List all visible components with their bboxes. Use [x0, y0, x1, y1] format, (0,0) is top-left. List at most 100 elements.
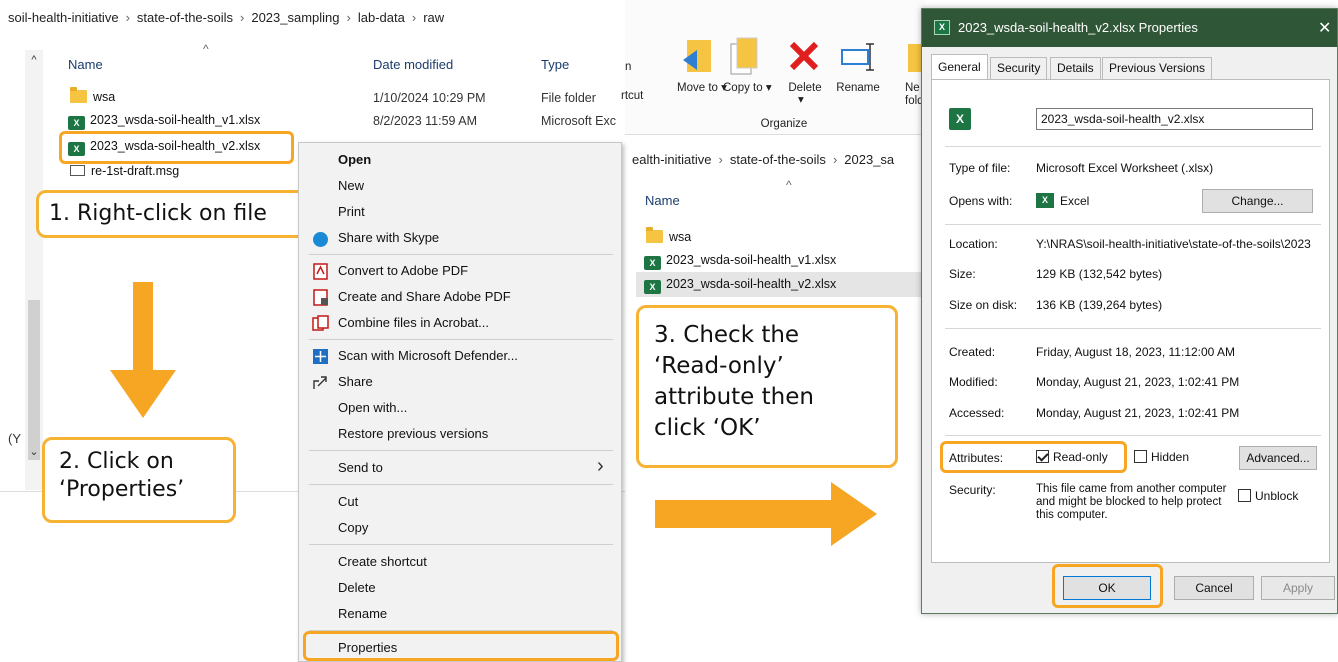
- menu-item-combine-acrobat[interactable]: Combine files in Acrobat...: [338, 315, 489, 330]
- ok-button[interactable]: OK: [1063, 576, 1151, 600]
- ribbon-partial-shortcut[interactable]: rtcut: [621, 90, 643, 103]
- security-message: This file came from another computer and…: [1036, 483, 1227, 521]
- excel-file-icon: X: [68, 116, 85, 130]
- opens-with-label: Opens with:: [949, 194, 1013, 208]
- tab-general[interactable]: General: [931, 54, 988, 80]
- readonly-checkbox[interactable]: Read-only: [1036, 450, 1108, 464]
- checkbox-unchecked-icon[interactable]: [1238, 489, 1251, 502]
- breadcrumb-item[interactable]: soil-health-initiative: [8, 10, 119, 25]
- defender-shield-icon: [313, 349, 328, 364]
- close-icon[interactable]: ✕: [1318, 18, 1331, 38]
- file-row[interactable]: X 2023_wsda-soil-health_v1.xlsx: [68, 113, 260, 130]
- edge-text: (Y: [8, 431, 21, 446]
- modified-label: Modified:: [949, 375, 998, 389]
- checkbox-unchecked-icon[interactable]: [1134, 450, 1147, 463]
- menu-item-print[interactable]: Print: [338, 204, 365, 219]
- callout-step-1: 1. Right-click on file: [36, 190, 310, 238]
- breadcrumb-item[interactable]: 2023_sampling: [251, 10, 339, 25]
- cancel-button[interactable]: Cancel: [1174, 576, 1254, 600]
- mid-file-row[interactable]: wsa: [646, 227, 691, 244]
- breadcrumb-item[interactable]: 2023_sa: [844, 152, 894, 167]
- menu-item-create-shortcut[interactable]: Create shortcut: [338, 554, 427, 569]
- menu-item-restore-versions[interactable]: Restore previous versions: [338, 426, 488, 441]
- excel-file-icon: X: [68, 142, 85, 156]
- dialog-title-bar[interactable]: X 2023_wsda-soil-health_v2.xlsx Properti…: [922, 9, 1337, 47]
- column-header-type[interactable]: Type: [541, 57, 569, 72]
- delete-icon: [789, 41, 819, 71]
- size-label: Size:: [949, 267, 976, 281]
- callout-step-3-line: 3. Check the: [654, 322, 800, 348]
- delete-dropdown-icon[interactable]: ▾: [798, 94, 804, 107]
- move-to-button[interactable]: Move to ▾: [677, 82, 727, 95]
- file-name: re-1st-draft.msg: [91, 164, 180, 178]
- divider: [945, 146, 1321, 147]
- apply-button[interactable]: Apply: [1261, 576, 1335, 600]
- file-name: 2023_wsda-soil-health_v1.xlsx: [666, 253, 837, 267]
- acrobat-combine-icon: [312, 315, 329, 331]
- menu-divider: [309, 339, 613, 340]
- menu-item-share-with-skype[interactable]: Share with Skype: [338, 230, 439, 245]
- vertical-scrollbar[interactable]: ^ ⌄: [25, 50, 43, 490]
- callout-step-2: 2. Click on ‘Properties’: [42, 437, 236, 523]
- hidden-label: Hidden: [1151, 450, 1190, 464]
- mid-file-row-selected[interactable]: X 2023_wsda-soil-health_v2.xlsx: [644, 277, 836, 294]
- menu-item-convert-to-pdf[interactable]: Convert to Adobe PDF: [338, 263, 468, 278]
- mid-column-header-name[interactable]: Name: [645, 193, 680, 208]
- advanced-button[interactable]: Advanced...: [1239, 446, 1317, 470]
- context-menu: Open New Print Share with Skype Convert …: [298, 142, 622, 662]
- menu-item-share[interactable]: Share: [338, 374, 373, 389]
- menu-item-scan-defender[interactable]: Scan with Microsoft Defender...: [338, 348, 518, 363]
- menu-item-rename[interactable]: Rename: [338, 606, 387, 621]
- menu-item-open-with[interactable]: Open with...: [338, 400, 407, 415]
- delete-button[interactable]: Delete: [783, 82, 827, 95]
- dialog-title: 2023_wsda-soil-health_v2.xlsx Properties: [958, 20, 1198, 35]
- ribbon-group-organize: Organize: [760, 118, 808, 130]
- mid-file-row[interactable]: X 2023_wsda-soil-health_v1.xlsx: [644, 253, 836, 270]
- change-button[interactable]: Change...: [1202, 189, 1313, 213]
- ribbon-partial-text: n: [625, 61, 632, 73]
- scrollbar-thumb[interactable]: [28, 300, 40, 460]
- rename-button[interactable]: Rename: [831, 82, 885, 95]
- breadcrumb-chevron-icon: ›: [718, 152, 723, 167]
- menu-item-copy[interactable]: Copy: [338, 520, 368, 535]
- right-arrow-icon: [655, 482, 877, 546]
- file-row[interactable]: wsa: [70, 87, 115, 104]
- scroll-down-icon[interactable]: ⌄: [25, 445, 43, 458]
- menu-item-cut[interactable]: Cut: [338, 494, 358, 509]
- down-arrow-icon: [110, 282, 176, 418]
- menu-item-delete[interactable]: Delete: [338, 580, 376, 595]
- move-to-icon: [683, 40, 711, 72]
- divider: [945, 328, 1321, 329]
- unblock-checkbox[interactable]: Unblock: [1238, 489, 1298, 503]
- column-header-name[interactable]: Name: [68, 57, 103, 72]
- menu-item-create-share-pdf[interactable]: Create and Share Adobe PDF: [338, 289, 511, 304]
- callout-step-2-line: 2. Click on: [59, 449, 174, 474]
- file-row[interactable]: re-1st-draft.msg: [70, 164, 179, 178]
- breadcrumb-item[interactable]: ealth-initiative: [632, 152, 712, 167]
- scroll-up-icon[interactable]: ^: [25, 54, 43, 66]
- menu-divider: [309, 254, 613, 255]
- menu-item-open[interactable]: Open: [338, 152, 371, 167]
- tab-previous-versions[interactable]: Previous Versions: [1102, 57, 1213, 79]
- checkbox-checked-icon[interactable]: [1036, 450, 1049, 463]
- file-name: 2023_wsda-soil-health_v1.xlsx: [90, 113, 261, 127]
- breadcrumb-item[interactable]: state-of-the-soils: [730, 152, 826, 167]
- copy-to-button[interactable]: Copy to ▾: [723, 82, 772, 95]
- tab-details[interactable]: Details: [1050, 57, 1101, 79]
- menu-divider: [309, 484, 613, 485]
- properties-dialog: X 2023_wsda-soil-health_v2.xlsx Properti…: [921, 8, 1338, 614]
- filename-input[interactable]: 2023_wsda-soil-health_v2.xlsx: [1036, 108, 1313, 130]
- menu-item-send-to[interactable]: Send to: [338, 460, 383, 475]
- hidden-checkbox[interactable]: Hidden: [1134, 450, 1189, 464]
- tab-security[interactable]: Security: [990, 57, 1048, 79]
- unblock-label: Unblock: [1255, 489, 1299, 503]
- menu-item-properties[interactable]: Properties: [338, 640, 397, 655]
- file-type: Microsoft Exc: [541, 114, 617, 128]
- callout-step-3: 3. Check the ‘Read-only’ attribute then …: [636, 305, 898, 468]
- breadcrumb-item[interactable]: raw: [423, 10, 444, 25]
- file-row-selected[interactable]: X 2023_wsda-soil-health_v2.xlsx: [68, 139, 260, 156]
- breadcrumb-item[interactable]: lab-data: [358, 10, 405, 25]
- column-header-date[interactable]: Date modified: [373, 57, 453, 72]
- menu-item-new[interactable]: New: [338, 178, 364, 193]
- breadcrumb-item[interactable]: state-of-the-soils: [137, 10, 233, 25]
